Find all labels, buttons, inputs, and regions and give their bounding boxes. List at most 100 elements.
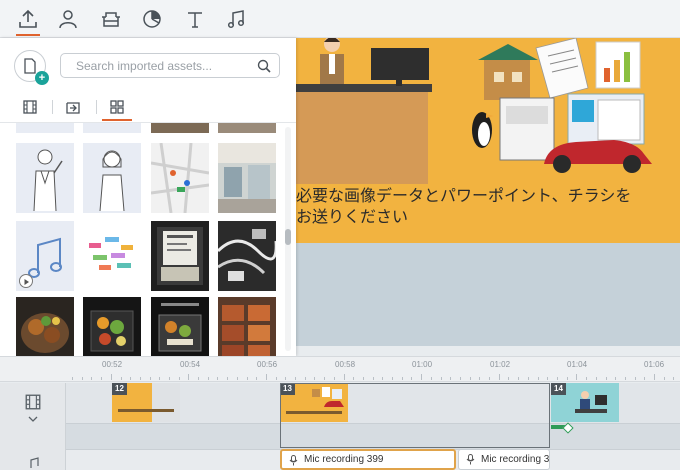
scrollbar-thumb[interactable] — [285, 229, 291, 245]
tab-import-folder[interactable] — [58, 94, 88, 120]
asset-thumbnail[interactable] — [218, 143, 276, 213]
ruler-tick — [441, 377, 442, 380]
tab-props[interactable] — [91, 0, 131, 38]
ruler-tick — [547, 377, 548, 380]
food-photo — [21, 313, 69, 353]
slide-stage[interactable]: 必要な画像データとパワーポイント、チラシを お送りください — [296, 38, 680, 346]
music-icon — [30, 457, 39, 468]
ruler-tick — [615, 377, 616, 380]
asset-thumbnail[interactable] — [16, 221, 74, 291]
ruler-tick — [121, 377, 122, 380]
ruler-tick — [363, 377, 364, 380]
ruler-tick — [295, 377, 296, 380]
bento-photo — [90, 310, 134, 352]
film-icon — [23, 100, 37, 114]
asset-thumbnail[interactable] — [83, 297, 141, 356]
trays-photo — [222, 305, 270, 356]
search-input[interactable] — [61, 54, 251, 77]
ruler-tick — [140, 377, 141, 380]
ruler-tick — [82, 377, 83, 380]
asset-scrollbar[interactable] — [285, 127, 291, 351]
ruler-tick — [470, 377, 471, 380]
ruler-tick — [431, 377, 432, 380]
building-photo — [218, 143, 276, 213]
ruler-tick — [344, 374, 345, 380]
search-box[interactable] — [60, 53, 280, 78]
tab-divider — [96, 100, 97, 114]
ruler-tick — [596, 377, 597, 380]
search-icon[interactable] — [257, 59, 271, 73]
asset-thumbnail[interactable] — [151, 123, 209, 133]
text-icon — [188, 12, 202, 28]
ruler-tick — [256, 377, 257, 380]
clip-number: 12 — [112, 383, 127, 395]
new-upload-button[interactable]: + — [14, 50, 49, 85]
asset-thumbnail[interactable] — [16, 143, 74, 213]
slide-caption[interactable]: 必要な画像データとパワーポイント、チラシを お送りください — [296, 186, 680, 228]
film-icon — [25, 394, 41, 410]
ruler-tick — [673, 377, 674, 380]
tab-text[interactable] — [175, 0, 215, 38]
ruler-tick — [159, 377, 160, 380]
ruler-tick — [334, 377, 335, 380]
timeline-ruler[interactable]: 00:52 00:54 00:56 00:58 01:00 01:02 01:0… — [0, 356, 680, 382]
tab-music[interactable] — [216, 0, 256, 38]
time-label: 01:02 — [490, 360, 511, 369]
ruler-tick — [460, 377, 461, 380]
bento-label-photo — [157, 227, 203, 285]
asset-thumbnail[interactable] — [151, 297, 209, 356]
businessman-sketch — [33, 149, 63, 212]
clip-caption-mark — [118, 409, 174, 412]
time-label: 01:00 — [412, 360, 433, 369]
asset-thumbnail[interactable] — [16, 123, 74, 133]
clip-caption-mark — [286, 411, 342, 414]
music-icon — [227, 10, 245, 29]
ruler-tick — [392, 377, 393, 380]
ruler-tick — [217, 377, 218, 380]
asset-category-bar — [0, 0, 680, 38]
ruler-tick — [479, 377, 480, 380]
ruler-tick — [567, 377, 568, 380]
asset-thumbnail[interactable] — [218, 123, 276, 133]
ruler-tick — [111, 374, 112, 380]
ruler-tick — [208, 377, 209, 380]
scene-clip-12[interactable]: 12 — [112, 383, 180, 422]
audio-clip-selected[interactable]: Mic recording 399 — [280, 449, 456, 470]
tab-characters[interactable] — [48, 0, 88, 38]
ruler-tick — [227, 377, 228, 380]
chevron-down-icon[interactable] — [28, 415, 38, 423]
audio-clip-label: Mic recording 399 — [304, 454, 384, 465]
asset-view-tabs — [0, 94, 296, 122]
asset-thumbnail[interactable] — [218, 221, 276, 291]
asset-thumbnail[interactable] — [151, 221, 209, 291]
ruler-tick — [635, 377, 636, 380]
ruler-tick — [276, 377, 277, 380]
document-icon — [24, 58, 36, 74]
ruler-tick — [266, 374, 267, 380]
ruler-tick — [373, 377, 374, 380]
asset-thumbnail[interactable] — [16, 297, 74, 356]
ruler-tick — [237, 377, 238, 380]
transition-track[interactable] — [66, 423, 680, 449]
tab-upload[interactable] — [8, 0, 48, 38]
asset-thumbnail[interactable] — [151, 143, 209, 213]
play-icon[interactable] — [19, 274, 33, 288]
scene-clip-13[interactable]: 13 — [280, 383, 348, 422]
slide-preview[interactable]: 必要な画像データとパワーポイント、チラシを お送りください — [296, 38, 680, 243]
lunchbox-photo — [158, 303, 202, 352]
ruler-tick — [606, 377, 607, 380]
asset-thumbnail[interactable] — [83, 123, 141, 133]
scene-clip-14[interactable]: 14 — [551, 383, 619, 422]
tab-charts[interactable] — [132, 0, 172, 38]
audio-clip[interactable]: Mic recording 3 — [458, 449, 550, 470]
asset-thumbnail[interactable] — [83, 143, 141, 213]
map-image — [151, 143, 209, 213]
time-label: 00:54 — [180, 360, 201, 369]
ruler-tick — [421, 374, 422, 380]
tab-grid-view[interactable] — [102, 94, 132, 121]
asset-thumbnail[interactable] — [218, 297, 276, 356]
tab-video-assets[interactable] — [15, 94, 45, 120]
clip-number: 13 — [280, 383, 295, 395]
asset-thumbnail[interactable] — [83, 221, 141, 291]
ruler-tick — [538, 377, 539, 380]
